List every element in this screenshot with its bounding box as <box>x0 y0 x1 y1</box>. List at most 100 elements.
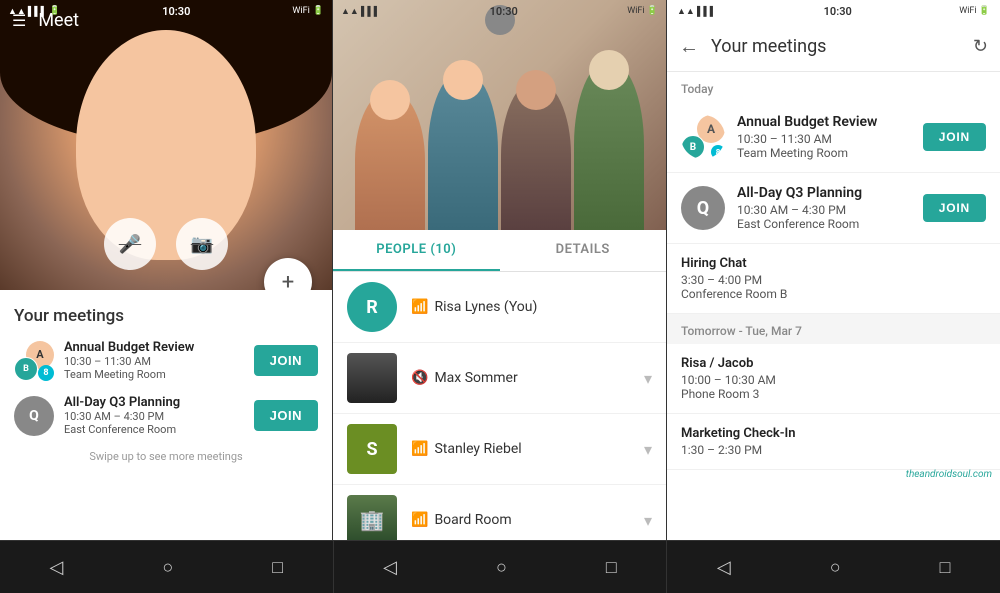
avatar-back-1: B <box>681 135 705 159</box>
refresh-button[interactable]: ↻ <box>973 36 988 57</box>
person3-silhouette <box>501 80 571 230</box>
back-nav-icon-2[interactable]: ◁ <box>383 557 397 578</box>
screen1-right-icons: WiFi 🔋 <box>292 6 324 16</box>
person-row-stanley: S 📶 Stanley Riebel ▾ <box>333 414 666 485</box>
person1-head <box>370 80 410 120</box>
screen3-page-title: Your meetings <box>711 36 973 57</box>
screen3-join-button-2[interactable]: JOIN <box>923 194 986 222</box>
screen2-meeting-people: ▲▲ ▌▌▌ 10:30 WiFi 🔋 <box>333 0 667 540</box>
avatar-letter-2: Q <box>697 198 709 219</box>
hiring-chat-name: Hiring Chat <box>681 256 986 271</box>
screen3-battery: WiFi 🔋 <box>959 6 990 16</box>
screen1-meeting1-avatar: A B 8 <box>14 341 54 381</box>
screen3-status-bar: ▲▲ ▌▌▌ 10:30 WiFi 🔋 <box>667 0 1000 22</box>
meeting1-time: 10:30 – 11:30 AM <box>64 355 254 368</box>
risa-jacob-name: Risa / Jacob <box>681 356 986 371</box>
tab-details[interactable]: DETAILS <box>500 230 667 271</box>
person2-silhouette <box>428 70 498 230</box>
meeting1-room: Team Meeting Room <box>64 368 254 381</box>
home-nav-icon-2[interactable]: ○ <box>496 557 507 578</box>
screen3-meeting2-name: All-Day Q3 Planning <box>737 185 923 201</box>
meeting2-name: All-Day Q3 Planning <box>64 395 254 410</box>
screen1-meeting2-avatar: Q <box>14 396 54 436</box>
person-row-boardroom: 🏢 📶 Board Room ▾ <box>333 485 666 540</box>
mic-icon-boardroom: 📶 <box>411 512 428 528</box>
screen2-signal: ▲▲ ▌▌▌ <box>341 6 380 17</box>
screen3-meeting2-room: East Conference Room <box>737 217 923 231</box>
home-nav-icon-3[interactable]: ○ <box>830 557 841 578</box>
screen1-meet-home: ▲▲ ▌▌▌ 🔋 10:30 WiFi 🔋 ☰ Meet 🎤 <box>0 0 333 540</box>
screen2-status-bar: ▲▲ ▌▌▌ 10:30 WiFi 🔋 <box>333 0 666 22</box>
screen3-join-button-1[interactable]: JOIN <box>923 123 986 151</box>
screen3-risa-jacob: Risa / Jacob 10:00 – 10:30 AM Phone Room… <box>667 344 1000 414</box>
screen1-meeting2-info: All-Day Q3 Planning 10:30 AM – 4:30 PM E… <box>64 395 254 436</box>
recents-nav-icon-3[interactable]: □ <box>940 557 951 578</box>
screen3-marketing: Marketing Check-In 1:30 – 2:30 PM <box>667 414 1000 470</box>
mute-icon: 🎤 <box>119 234 141 255</box>
home-nav-icon-1[interactable]: ○ <box>162 557 173 578</box>
person2-head <box>443 60 483 100</box>
screen3-meeting-card-2: Q All-Day Q3 Planning 10:30 AM – 4:30 PM… <box>667 173 1000 244</box>
wifi-icon: ▲▲ <box>8 6 26 17</box>
wifi-icon-right: WiFi <box>292 6 309 16</box>
person-name-risa: Risa Lynes (You) <box>434 299 652 315</box>
avatar-secondary-1: B <box>14 357 38 381</box>
screen3-time: 10:30 <box>824 5 852 18</box>
back-nav-icon-1[interactable]: ◁ <box>50 557 64 578</box>
mic-muted-icon-max: 🔇 <box>411 370 428 386</box>
nav-bar-screen3: ◁ ○ □ <box>666 540 1000 593</box>
chevron-down-icon-boardroom: ▾ <box>644 511 652 530</box>
meeting1-join-button[interactable]: JOIN <box>254 345 318 376</box>
screen3-meetings-list: ▲▲ ▌▌▌ 10:30 WiFi 🔋 ← Your meetings ↻ To… <box>667 0 1000 540</box>
meeting2-room: East Conference Room <box>64 423 254 436</box>
video-toggle-button[interactable]: 📷 <box>176 218 228 270</box>
screen1-time: 10:30 <box>162 5 190 18</box>
recents-nav-icon-1[interactable]: □ <box>272 557 283 578</box>
screen3-meeting1-room: Team Meeting Room <box>737 146 923 160</box>
watermark: theandroidsoul.com <box>906 469 992 480</box>
person-name-max: Max Sommer <box>434 370 644 386</box>
boardroom-photo: 🏢 <box>347 495 397 540</box>
plus-icon: + <box>282 270 294 291</box>
meeting2-join-button[interactable]: JOIN <box>254 400 318 431</box>
screen1-video-area: ▲▲ ▌▌▌ 🔋 10:30 WiFi 🔋 ☰ Meet 🎤 <box>0 0 332 290</box>
people-list: R 📶 Risa Lynes (You) 🔇 Max Sommer ▾ <box>333 272 666 540</box>
screen3-meeting2-info: All-Day Q3 Planning 10:30 AM – 4:30 PM E… <box>737 185 923 231</box>
person-avatar-risa: R <box>347 282 397 332</box>
video-controls: 🎤 📷 <box>104 218 228 270</box>
meeting2-time: 10:30 AM – 4:30 PM <box>64 410 254 423</box>
person-row-risa: R 📶 Risa Lynes (You) <box>333 272 666 343</box>
conference-scene <box>333 50 666 230</box>
avatar-letter-risa: R <box>366 297 378 318</box>
avatar-badge-card-1: 8 <box>711 145 725 159</box>
tab-people[interactable]: PEOPLE (10) <box>333 230 500 271</box>
risa-jacob-time: 10:00 – 10:30 AM <box>681 373 986 387</box>
mute-button[interactable]: 🎤 <box>104 218 156 270</box>
video-off-icon: 📷 <box>191 234 213 255</box>
screen3-meeting-card-1: A B 8 Annual Budget Review 10:30 – 11:30… <box>667 102 1000 173</box>
avatar-letter-stanley: S <box>366 439 377 460</box>
chevron-down-icon-max: ▾ <box>644 369 652 388</box>
screen3-meeting1-info: Annual Budget Review 10:30 – 11:30 AM Te… <box>737 114 923 160</box>
max-photo <box>347 353 397 403</box>
signal-icon: ▌▌▌ <box>28 6 47 17</box>
screen1-meeting-item-2: Q All-Day Q3 Planning 10:30 AM – 4:30 PM… <box>14 395 318 436</box>
risa-jacob-room: Phone Room 3 <box>681 387 986 401</box>
marketing-name: Marketing Check-In <box>681 426 986 441</box>
boardroom-icon: 🏢 <box>360 508 385 532</box>
back-nav-icon-3[interactable]: ◁ <box>717 557 731 578</box>
screen3-today-label: Today <box>667 72 1000 102</box>
person-name-stanley: Stanley Riebel <box>434 441 644 457</box>
battery-icon: 🔋 <box>49 6 60 17</box>
screen3-meeting2-time: 10:30 AM – 4:30 PM <box>737 203 923 217</box>
meetings-section-title: Your meetings <box>14 306 318 326</box>
mic-active-icon-risa: 📶 <box>411 299 428 315</box>
screen1-meeting1-info: Annual Budget Review 10:30 – 11:30 AM Te… <box>64 340 254 381</box>
meeting1-name: Annual Budget Review <box>64 340 254 355</box>
mic-icon-stanley: 📶 <box>411 441 428 457</box>
recents-nav-icon-2[interactable]: □ <box>606 557 617 578</box>
back-button[interactable]: ← <box>679 34 699 59</box>
swipe-hint: Swipe up to see more meetings <box>14 450 318 463</box>
screen3-header: ← Your meetings ↻ <box>667 22 1000 72</box>
screen3-meeting1-name: Annual Budget Review <box>737 114 923 130</box>
